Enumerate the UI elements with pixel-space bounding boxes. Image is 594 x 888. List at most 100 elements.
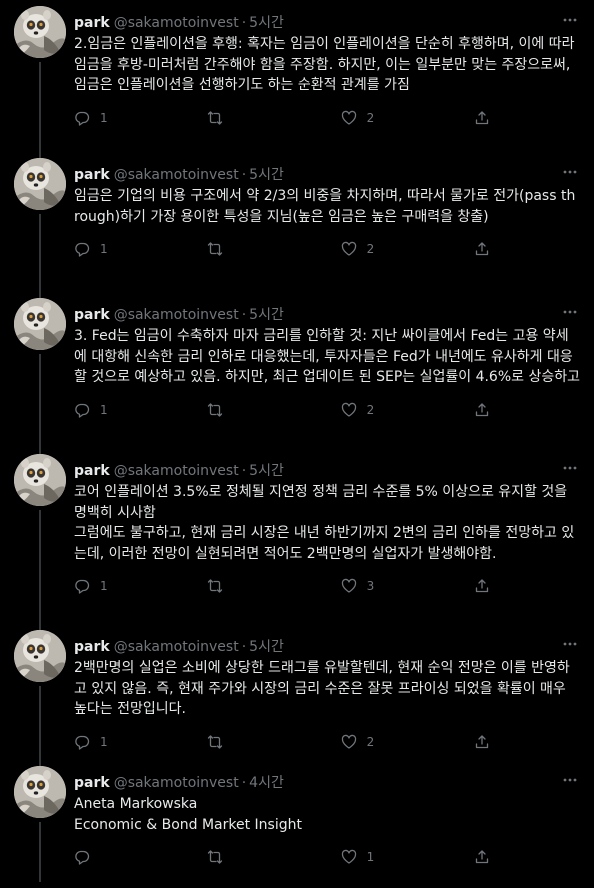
- reply-button[interactable]: 1: [74, 734, 174, 750]
- lemur-avatar-image: [14, 766, 66, 818]
- tweet-time[interactable]: 5시간: [249, 14, 284, 32]
- author-handle[interactable]: @sakamotoinvest: [114, 166, 239, 184]
- retweet-button[interactable]: [207, 402, 307, 418]
- tweet[interactable]: park @sakamotoinvest · 5시간 2.임금은 인플레이션을 …: [0, 6, 594, 158]
- tweet-text: Aneta Markowska Economic & Bond Market I…: [74, 796, 302, 833]
- tweet-body: park @sakamotoinvest · 5시간 임금은 기업의 비용 구조…: [74, 158, 580, 298]
- reply-icon: [75, 579, 90, 594]
- separator-dot: ·: [241, 14, 247, 31]
- tweet-left-column: [14, 6, 66, 158]
- share-button[interactable]: [474, 734, 494, 750]
- reply-icon: [75, 735, 90, 750]
- share-button[interactable]: [474, 849, 494, 865]
- like-icon: [341, 734, 356, 749]
- author-handle[interactable]: @sakamotoinvest: [114, 14, 239, 32]
- like-icon: [341, 241, 356, 256]
- like-button[interactable]: 2: [341, 402, 441, 418]
- reply-button[interactable]: 1: [74, 402, 174, 418]
- reply-icon: [75, 242, 90, 257]
- avatar[interactable]: [14, 630, 66, 682]
- tweet[interactable]: park @sakamotoinvest · 4시간 Aneta Markows…: [0, 766, 594, 882]
- tweet-thread: park @sakamotoinvest · 5시간 2.임금은 인플레이션을 …: [0, 6, 594, 882]
- separator-dot: ·: [241, 306, 247, 323]
- reply-button[interactable]: [74, 849, 174, 865]
- like-button[interactable]: 2: [341, 734, 441, 750]
- retweet-button[interactable]: [207, 241, 307, 257]
- more-icon[interactable]: [560, 304, 580, 325]
- tweet-time[interactable]: 5시간: [249, 638, 284, 656]
- share-icon: [475, 579, 489, 593]
- like-count: 3: [366, 579, 375, 593]
- share-button[interactable]: [474, 578, 494, 594]
- tweet-body: park @sakamotoinvest · 5시간 3. Fed는 임금이 수…: [74, 298, 580, 454]
- like-icon: [341, 578, 356, 593]
- avatar[interactable]: [14, 766, 66, 818]
- tweet[interactable]: park @sakamotoinvest · 5시간 임금은 기업의 비용 구조…: [0, 158, 594, 298]
- share-button[interactable]: [474, 110, 494, 126]
- reply-icon: [75, 850, 90, 865]
- reply-button[interactable]: 1: [74, 241, 174, 257]
- reply-button[interactable]: 1: [74, 110, 174, 126]
- share-button[interactable]: [474, 241, 494, 257]
- tweet-header: park @sakamotoinvest · 5시간: [74, 304, 580, 325]
- tweet-left-column: [14, 454, 66, 630]
- like-button[interactable]: 1: [341, 849, 441, 865]
- more-icon[interactable]: [560, 772, 580, 793]
- more-icon[interactable]: [560, 12, 580, 33]
- share-icon: [475, 734, 489, 748]
- more-icon[interactable]: [560, 636, 580, 657]
- author-name[interactable]: park: [74, 306, 110, 324]
- tweet-body: park @sakamotoinvest · 5시간 2.임금은 인플레이션을 …: [74, 6, 580, 158]
- retweet-button[interactable]: [207, 578, 307, 594]
- like-count: 1: [366, 850, 375, 864]
- reply-icon: [75, 111, 90, 126]
- author-handle[interactable]: @sakamotoinvest: [114, 638, 239, 656]
- share-button[interactable]: [474, 402, 494, 418]
- avatar[interactable]: [14, 454, 66, 506]
- retweet-button[interactable]: [207, 849, 307, 865]
- like-button[interactable]: 3: [341, 578, 441, 594]
- avatar[interactable]: [14, 158, 66, 210]
- thread-connector-line: [39, 510, 41, 630]
- retweet-button[interactable]: [207, 110, 307, 126]
- reply-button[interactable]: 1: [74, 578, 174, 594]
- author-name[interactable]: park: [74, 638, 110, 656]
- tweet[interactable]: park @sakamotoinvest · 5시간 3. Fed는 임금이 수…: [0, 298, 594, 454]
- avatar[interactable]: [14, 6, 66, 58]
- tweet-header: park @sakamotoinvest · 5시간: [74, 164, 580, 185]
- avatar[interactable]: [14, 298, 66, 350]
- tweet-time[interactable]: 4시간: [249, 774, 284, 792]
- tweet-time[interactable]: 5시간: [249, 166, 284, 184]
- tweet[interactable]: park @sakamotoinvest · 5시간 코어 인플레이션 3.5%…: [0, 454, 594, 630]
- tweet-time[interactable]: 5시간: [249, 306, 284, 324]
- lemur-avatar-image: [14, 298, 66, 350]
- share-icon: [475, 242, 489, 256]
- author-name[interactable]: park: [74, 166, 110, 184]
- like-button[interactable]: 2: [341, 241, 441, 257]
- more-icon[interactable]: [560, 460, 580, 481]
- separator-dot: ·: [241, 462, 247, 479]
- more-icon[interactable]: [560, 164, 580, 185]
- author-handle[interactable]: @sakamotoinvest: [114, 462, 239, 480]
- author-handle[interactable]: @sakamotoinvest: [114, 774, 239, 792]
- tweet[interactable]: park @sakamotoinvest · 5시간 2백만명의 실업은 소비에…: [0, 630, 594, 766]
- retweet-button[interactable]: [207, 734, 307, 750]
- like-icon: [341, 849, 356, 864]
- reply-count: 1: [100, 579, 108, 593]
- tweet-time[interactable]: 5시간: [249, 462, 284, 480]
- tweet-actions: 1 2: [74, 400, 494, 420]
- reply-count: 1: [100, 402, 108, 417]
- separator-dot: ·: [241, 774, 247, 791]
- tweet-actions: 1 2: [74, 108, 494, 128]
- author-name[interactable]: park: [74, 774, 110, 792]
- share-icon: [475, 850, 489, 864]
- author-handle[interactable]: @sakamotoinvest: [114, 306, 239, 324]
- lemur-avatar-image: [14, 454, 66, 506]
- author-name[interactable]: park: [74, 462, 110, 480]
- author-name[interactable]: park: [74, 14, 110, 32]
- retweet-icon: [208, 242, 223, 256]
- tweet-text: 코어 인플레이션 3.5%로 정체될 지연정 정책 금리 수준를 5% 이상으로…: [74, 484, 575, 562]
- tweet-left-column: [14, 158, 66, 298]
- like-button[interactable]: 2: [341, 110, 441, 126]
- tweet-left-column: [14, 766, 66, 882]
